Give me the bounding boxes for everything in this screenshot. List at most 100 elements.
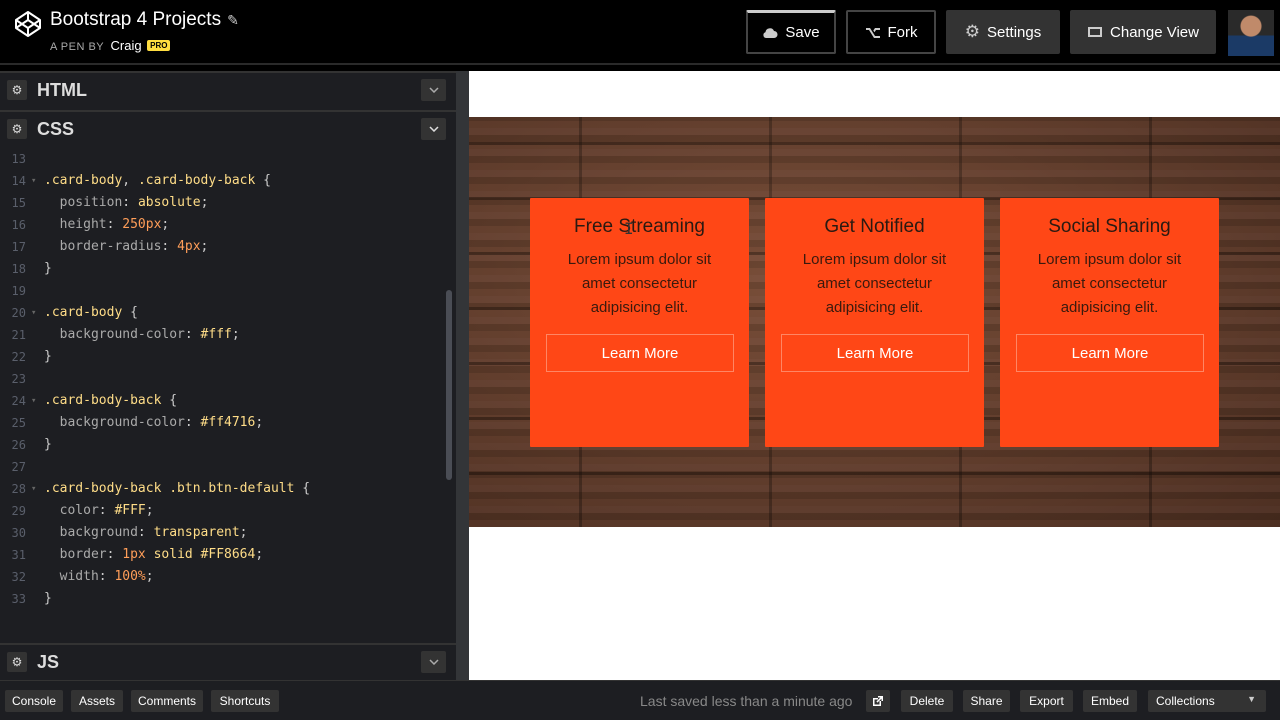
user-avatar[interactable] — [1228, 10, 1274, 56]
code-token: .card-body-back — [137, 173, 256, 188]
settings-button-label: Settings — [987, 23, 1042, 41]
pen-title[interactable]: Bootstrap 4 Projects ✎ — [50, 9, 239, 31]
code-line[interactable]: 18} — [0, 258, 446, 280]
code-line[interactable]: 20 ▾ .card-body { — [0, 302, 446, 324]
code-token: ; — [145, 503, 154, 518]
code-line[interactable]: 22} — [0, 346, 446, 368]
code-text: .card-body-back { — [44, 390, 177, 412]
author-link[interactable]: Craig — [111, 38, 142, 53]
code-text: background-color: #ff4716; — [44, 412, 264, 434]
fold-toggle-icon[interactable]: ▾ — [31, 478, 36, 500]
embed-button[interactable]: Embed — [1083, 690, 1137, 712]
fold-toggle-icon[interactable]: ▾ — [31, 390, 36, 412]
code-token: .card-body-back — [44, 393, 162, 408]
code-line[interactable]: 29 color: #FFF; — [0, 500, 446, 522]
code-token: , — [122, 173, 138, 188]
shortcuts-button[interactable]: Shortcuts — [211, 690, 279, 712]
learn-more-button[interactable]: Learn More — [781, 334, 969, 372]
code-line[interactable]: 32 width: 100%; — [0, 566, 446, 588]
collections-dropdown[interactable]: Collections ▼ — [1148, 690, 1266, 712]
learn-more-button[interactable]: Learn More — [546, 334, 734, 372]
pencil-icon[interactable]: ✎ — [227, 12, 239, 28]
fork-button[interactable]: Fork — [846, 10, 936, 54]
line-number: 33 — [11, 592, 26, 606]
card-social-sharing: Social Sharing Lorem ipsum dolor sit ame… — [1000, 198, 1219, 447]
html-panel-header[interactable]: ⚙ HTML — [0, 71, 456, 107]
code-token: height — [44, 217, 107, 232]
codepen-logo-icon[interactable] — [14, 10, 42, 38]
code-line[interactable]: 15 position: absolute; — [0, 192, 446, 214]
assets-button[interactable]: Assets — [71, 690, 123, 712]
code-line[interactable]: 25 background-color: #ff4716; — [0, 412, 446, 434]
code-line[interactable]: 24 ▾ .card-body-back { — [0, 390, 446, 412]
line-number: 24 — [11, 394, 26, 408]
change-view-icon — [1088, 27, 1103, 37]
code-line[interactable]: 27 — [0, 456, 446, 478]
code-token: 100% — [114, 569, 146, 584]
code-token: background-color — [44, 327, 185, 342]
code-line[interactable]: 19 — [0, 280, 446, 302]
delete-button[interactable]: Delete — [901, 690, 953, 712]
code-token: #FFF — [114, 503, 146, 518]
pro-badge: PRO — [147, 40, 171, 51]
editor-scrollbar[interactable] — [446, 290, 452, 480]
app-header: Bootstrap 4 Projects ✎ A PEN BY Craig PRO… — [0, 0, 1280, 65]
line-number: 13 — [11, 152, 26, 166]
chevron-down-icon[interactable] — [421, 651, 446, 673]
code-token: : — [137, 525, 154, 540]
code-text: color: #FFF; — [44, 500, 154, 522]
css-code-editor[interactable]: 13 14 ▾ .card-body, .card-body-back {15 pos… — [0, 148, 446, 638]
code-token: #fff — [200, 327, 232, 342]
code-line[interactable]: 26} — [0, 434, 446, 456]
code-line[interactable]: 14 ▾ .card-body, .card-body-back { — [0, 170, 446, 192]
code-line[interactable]: 33} — [0, 588, 446, 610]
code-text: } — [44, 588, 52, 610]
share-button[interactable]: Share — [963, 690, 1010, 712]
external-link-icon[interactable] — [866, 690, 890, 712]
code-token: : — [122, 195, 138, 210]
change-view-button[interactable]: Change View — [1070, 10, 1216, 54]
gear-icon: ⚙ — [964, 22, 981, 41]
code-line[interactable]: 16 height: 250px; — [0, 214, 446, 236]
code-line[interactable]: 28 ▾ .card-body-back .btn.btn-default { — [0, 478, 446, 500]
line-number: 17 — [11, 240, 26, 254]
code-line[interactable]: 31 border: 1px solid #FF8664; — [0, 544, 446, 566]
code-text: position: absolute; — [44, 192, 209, 214]
preview-pane: Free Streaming Lorem ipsum dolor sit ame… — [469, 71, 1280, 680]
line-number: 32 — [11, 570, 26, 584]
code-token: ; — [255, 415, 264, 430]
css-panel-header[interactable]: ⚙ CSS — [0, 110, 456, 146]
code-line[interactable]: 23 — [0, 368, 446, 390]
console-button[interactable]: Console — [5, 690, 63, 712]
card-text: Lorem ipsum dolor sit amet consectetur a… — [1037, 251, 1182, 316]
code-token: } — [44, 261, 52, 276]
gear-icon[interactable]: ⚙ — [7, 80, 27, 100]
code-line[interactable]: 13 — [0, 148, 446, 170]
line-number: 22 — [11, 350, 26, 364]
gear-icon[interactable]: ⚙ — [7, 652, 27, 672]
fold-toggle-icon[interactable]: ▾ — [31, 170, 36, 192]
code-token: position — [44, 195, 123, 210]
code-token: border — [44, 547, 107, 562]
code-line[interactable]: 17 border-radius: 4px; — [0, 236, 446, 258]
chevron-down-icon[interactable] — [421, 118, 446, 140]
line-number: 30 — [11, 526, 26, 540]
css-panel-title: CSS — [37, 118, 75, 139]
settings-button[interactable]: ⚙ Settings — [946, 10, 1060, 54]
comments-button[interactable]: Comments — [131, 690, 203, 712]
js-panel-header[interactable]: ⚙ JS — [0, 643, 456, 679]
code-token: 1px — [122, 547, 146, 562]
chevron-down-icon[interactable] — [421, 79, 446, 101]
code-line[interactable]: 30 background: transparent; — [0, 522, 446, 544]
fork-icon — [865, 28, 880, 38]
resize-handle[interactable] — [456, 71, 469, 680]
code-token: ; — [161, 217, 170, 232]
code-line[interactable]: 21 background-color: #fff; — [0, 324, 446, 346]
code-token: } — [44, 591, 52, 606]
learn-more-button[interactable]: Learn More — [1016, 334, 1204, 372]
export-button[interactable]: Export — [1020, 690, 1073, 712]
save-button[interactable]: Save — [746, 10, 836, 54]
gear-icon[interactable]: ⚙ — [7, 119, 27, 139]
code-token: : — [98, 569, 115, 584]
fold-toggle-icon[interactable]: ▾ — [31, 302, 36, 324]
